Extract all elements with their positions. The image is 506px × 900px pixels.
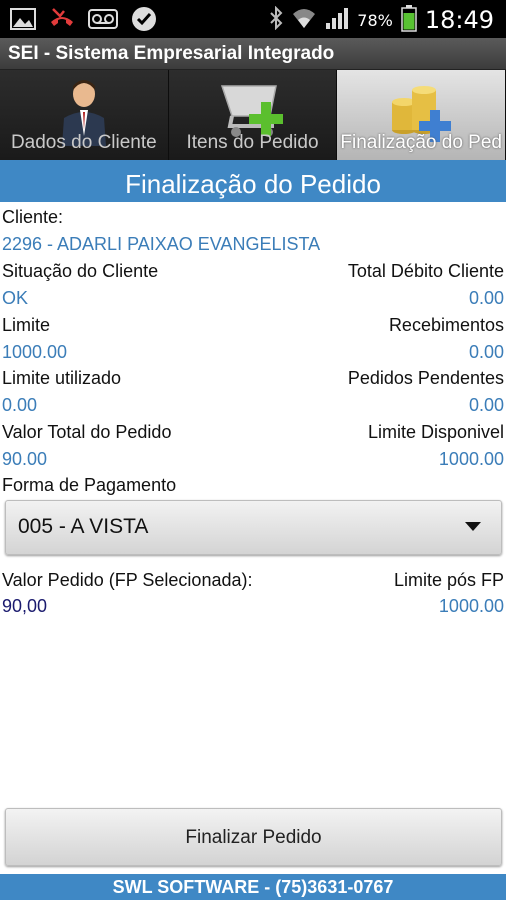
signal-icon [325,6,349,34]
limite-utilizado-value: 0.00 [2,395,38,415]
valor-total-label: Valor Total do Pedido [2,422,172,442]
limite-value: 1000.00 [2,342,68,362]
limite-disponivel-label: Limite Disponivel [367,422,504,442]
bluetooth-icon [269,5,283,34]
forma-pagamento-selected: 005 - A VISTA [18,515,149,538]
cliente-label-row: Cliente: [0,207,506,231]
tab-dados-do-cliente[interactable]: Dados do Cliente [0,70,169,160]
wifi-icon [291,6,317,34]
missed-call-icon [48,6,76,36]
situacao-value-row: OK 0.00 [0,288,506,312]
limite-pos-fp-value: 1000.00 [438,596,504,616]
situacao-label-row: Situação do Cliente Total Débito Cliente [0,261,506,285]
dropdown-arrow-icon [465,522,481,531]
cliente-value: 2296 - ADARLI PAIXAO EVANGELISTA [2,234,321,254]
valor-pedido-fp-value: 90,00 [2,596,48,616]
limite-label: Limite [2,315,51,335]
forma-pagamento-label-row: Forma de Pagamento [0,475,506,499]
valor-total-value-row: 90.00 1000.00 [0,449,506,473]
status-bar: 78% 18:49 [0,0,506,38]
cliente-value-row: 2296 - ADARLI PAIXAO EVANGELISTA [0,234,506,258]
situacao-label: Situação do Cliente [2,261,159,281]
limite-utilizado-label-row: Limite utilizado Pedidos Pendentes [0,368,506,392]
total-debito-label: Total Débito Cliente [347,261,504,281]
forma-pagamento-label: Forma de Pagamento [2,475,177,495]
tab-finalizacao-do-pedido[interactable]: Finalização do Ped [337,70,506,160]
voicemail-icon [88,8,118,34]
tab-label: Itens do Pedido [186,132,319,153]
valor-pedido-fp-label-row: Valor Pedido (FP Selecionada): Limite pó… [0,570,506,594]
recebimentos-value: 0.00 [468,342,504,362]
clock: 18:49 [424,6,494,34]
app-title: SEI - Sistema Empresarial Integrado [8,43,335,64]
valor-total-label-row: Valor Total do Pedido Limite Disponivel [0,422,506,446]
footer-text: SWL SOFTWARE - (75)3631-0767 [112,877,394,897]
battery-percent: 78% [357,10,393,30]
forma-pagamento-select[interactable]: 005 - A VISTA [5,500,502,555]
tab-label: Dados do Cliente [10,132,157,153]
page-title: Finalização do Pedido [125,169,381,199]
limite-label-row: Limite Recebimentos [0,315,506,339]
cliente-label: Cliente: [2,207,64,227]
battery-icon [401,4,417,36]
tab-bar: Dados do Cliente Itens do Pedido Finaliz… [0,70,506,160]
page-header: Finalização do Pedido [0,166,506,202]
pedidos-pendentes-label: Pedidos Pendentes [347,368,504,388]
valor-pedido-fp-label: Valor Pedido (FP Selecionada): [2,570,253,590]
tab-label: Finalização do Ped [340,132,502,153]
total-debito-value: 0.00 [468,288,504,308]
limite-value-row: 1000.00 0.00 [0,342,506,366]
limite-pos-fp-label: Limite pós FP [393,570,504,590]
valor-pedido-fp-value-row: 90,00 1000.00 [0,596,506,620]
valor-total-value: 90.00 [2,449,48,469]
recebimentos-label: Recebimentos [388,315,504,335]
footer-bar: SWL SOFTWARE - (75)3631-0767 [0,874,506,900]
pedidos-pendentes-value: 0.00 [468,395,504,415]
limite-utilizado-value-row: 0.00 0.00 [0,395,506,419]
finalizar-pedido-label: Finalizar Pedido [185,827,322,848]
app-title-bar: SEI - Sistema Empresarial Integrado [0,38,506,70]
limite-disponivel-value: 1000.00 [438,449,504,469]
check-icon [130,5,158,37]
limite-utilizado-label: Limite utilizado [2,368,122,388]
finalizar-pedido-button[interactable]: Finalizar Pedido [5,808,502,866]
tab-itens-do-pedido[interactable]: Itens do Pedido [168,70,338,160]
gallery-icon [10,7,36,35]
situacao-value: OK [2,288,29,308]
